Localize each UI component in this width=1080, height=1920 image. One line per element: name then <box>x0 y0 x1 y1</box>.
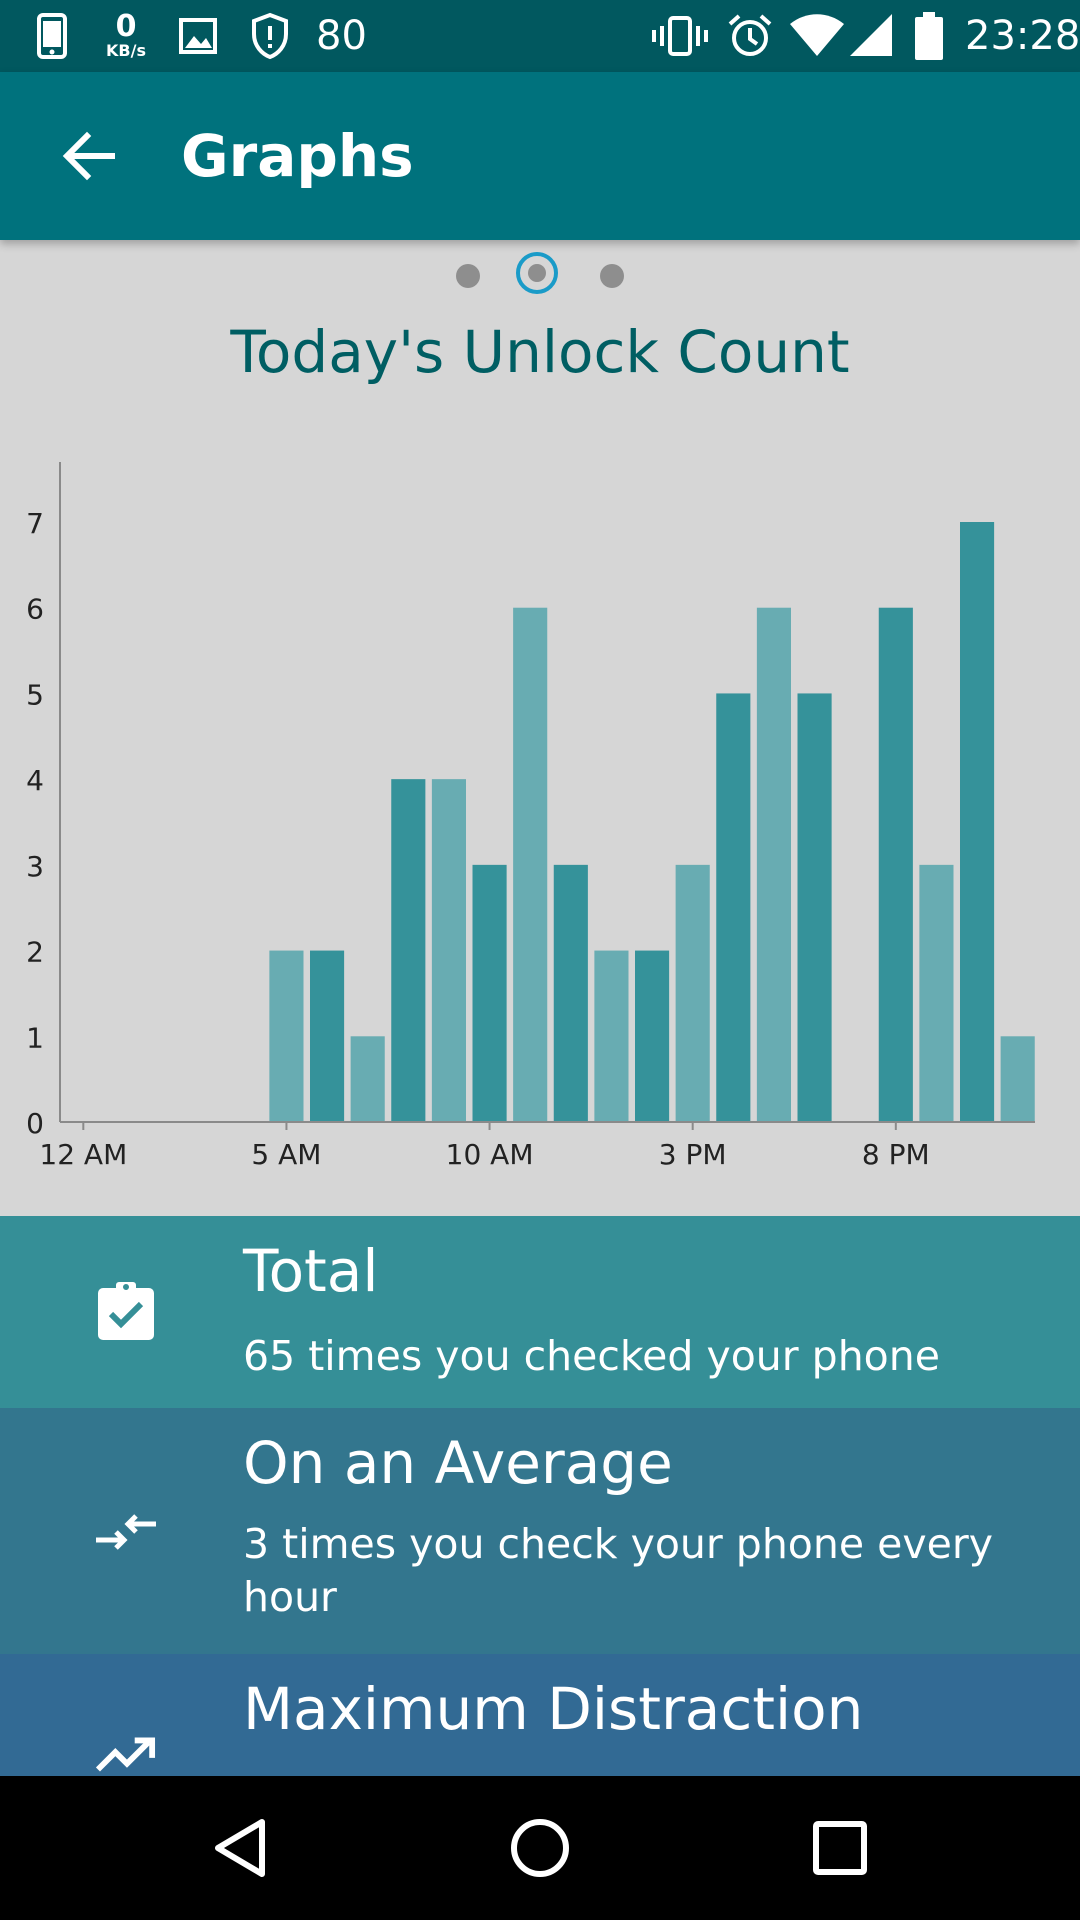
home-circle-icon <box>511 1819 569 1877</box>
x-tick-label: 8 PM <box>862 1138 930 1171</box>
status-time: 23:28 <box>965 13 1080 59</box>
summary-total: Total 65 times you checked your phone <box>0 1216 1080 1408</box>
chart-bar <box>635 950 670 1122</box>
x-tick-label: 5 AM <box>251 1138 321 1171</box>
page-dot-2-selected[interactable] <box>516 252 558 294</box>
trending-up-icon <box>96 1724 156 1784</box>
y-tick-label: 7 <box>26 507 44 540</box>
chart-bar <box>960 522 995 1122</box>
net-speed-unit: KB/s <box>106 41 146 60</box>
x-tick-label: 10 AM <box>446 1138 534 1171</box>
y-tick-label: 2 <box>26 936 44 969</box>
total-heading: Total <box>243 1237 379 1305</box>
y-tick-label: 6 <box>26 593 44 626</box>
nav-home-button[interactable] <box>490 1798 590 1898</box>
shield-count: 80 <box>316 13 367 59</box>
page-title: Graphs <box>181 122 414 190</box>
chart-bar <box>797 693 832 1122</box>
page-dot-inner <box>528 264 546 282</box>
y-tick-label: 0 <box>26 1107 44 1140</box>
alarm-icon <box>726 12 774 60</box>
gallery-icon <box>178 16 218 56</box>
chart-bar <box>391 779 426 1122</box>
average-heading: On an Average <box>243 1429 673 1497</box>
x-tick-label: 3 PM <box>659 1138 727 1171</box>
chart-bar <box>919 864 954 1122</box>
clipboard-check-icon <box>96 1280 156 1340</box>
recents-square-icon <box>813 1821 867 1875</box>
y-tick-label: 4 <box>26 764 44 797</box>
chart-bar <box>756 607 791 1122</box>
net-speed-value: 0 <box>115 9 137 44</box>
back-triangle-icon <box>215 1819 265 1877</box>
chart-bar <box>513 607 548 1122</box>
arrow-back-icon <box>62 131 115 181</box>
chart-bar <box>350 1036 385 1122</box>
chart-bar <box>553 864 588 1122</box>
chart-bar <box>269 950 304 1122</box>
shield-icon <box>248 10 292 62</box>
nav-recents-button[interactable] <box>790 1798 890 1898</box>
chart-bar <box>431 779 466 1122</box>
chart-bar <box>472 864 507 1122</box>
net-speed-indicator: 0 KB/s <box>96 8 156 64</box>
summary-maximum: Maximum Distraction <box>0 1654 1080 1776</box>
maximum-heading: Maximum Distraction <box>243 1675 864 1743</box>
status-bar: 0 KB/s 80 23:28 <box>0 0 1080 72</box>
page-dot-1[interactable] <box>456 264 480 288</box>
chart-bar <box>675 864 710 1122</box>
signal-icon <box>850 14 892 56</box>
summary-average: On an Average 3 times you check your pho… <box>0 1408 1080 1654</box>
chart-bar <box>878 607 913 1122</box>
chart-title: Today's Unlock Count <box>230 318 850 386</box>
app-bar: Graphs <box>0 72 1080 240</box>
average-text: 3 times you check your phone every hour <box>243 1520 993 1621</box>
total-text: 65 times you checked your phone <box>243 1332 940 1380</box>
battery-icon <box>914 12 944 60</box>
y-tick-label: 3 <box>26 850 44 883</box>
x-tick-label: 12 AM <box>39 1138 127 1171</box>
y-tick-label: 1 <box>26 1021 44 1054</box>
navigation-bar <box>0 1776 1080 1920</box>
chart-bar <box>310 950 345 1122</box>
phone-icon <box>36 12 68 60</box>
nav-back-button[interactable] <box>190 1798 290 1898</box>
wifi-icon <box>790 14 844 56</box>
back-button[interactable] <box>40 108 136 204</box>
page-dot-3[interactable] <box>600 264 624 288</box>
chart-bar <box>716 693 751 1122</box>
chart-bar <box>1000 1036 1035 1122</box>
chart-bar <box>594 950 629 1122</box>
y-tick-label: 5 <box>26 678 44 711</box>
vibrate-icon <box>652 14 708 58</box>
unlock-count-chart: 0 1 2 3 4 5 6 7 12 AM 5 AM 10 AM 3 PM 8 PM <box>26 462 1035 1171</box>
compress-arrows-icon <box>96 1502 156 1562</box>
